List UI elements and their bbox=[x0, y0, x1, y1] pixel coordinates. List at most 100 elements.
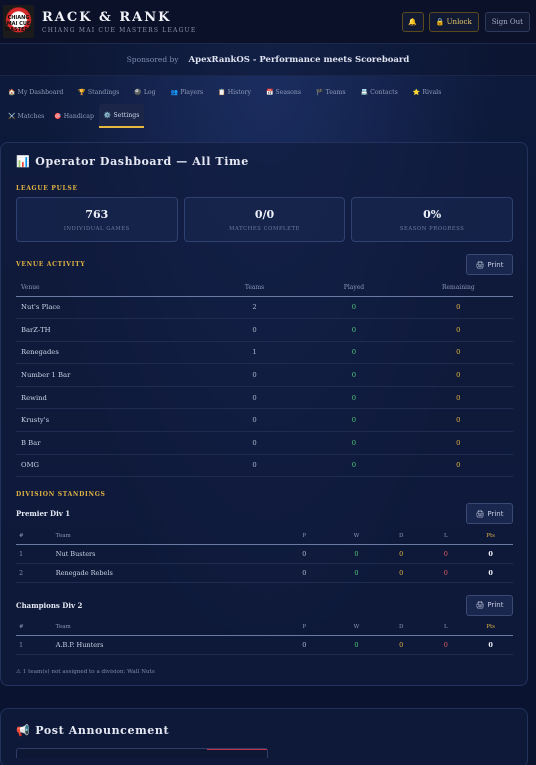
sign-out-button[interactable]: Sign Out bbox=[484, 11, 530, 32]
venue-teams-cell: 2 bbox=[204, 296, 305, 320]
notifications-button[interactable]: 🔔 bbox=[401, 11, 424, 32]
venue-teams-cell: 0 bbox=[204, 363, 305, 387]
header: CHIANG MAI CUE MASTERS RACK & RANK CHIAN… bbox=[0, 0, 536, 44]
tab-settings[interactable]: ⚙️ Settings bbox=[98, 104, 145, 128]
seasons-icon: 📅 bbox=[265, 88, 274, 96]
venue-remaining-cell: 0 bbox=[403, 296, 513, 320]
tab-rivals[interactable]: ⭐ Rivals bbox=[408, 80, 446, 104]
venue-name-cell: Nut's Place bbox=[16, 296, 205, 320]
venue-teams-cell: 0 bbox=[204, 431, 305, 455]
tab-contacts[interactable]: 📇 Contacts bbox=[356, 80, 403, 104]
nav-row-2: ⚔️ Matches 🎯 Handicap ⚙️ Settings bbox=[3, 104, 533, 128]
stat-value: 0/0 bbox=[254, 207, 275, 221]
venue-played-cell: 0 bbox=[304, 318, 404, 342]
standing-pos-cell: 2 bbox=[16, 563, 56, 583]
operator-dashboard-panel: 📊 Operator Dashboard — All Time LEAGUE P… bbox=[0, 142, 528, 687]
division-name: Premier Div 1 bbox=[16, 509, 71, 519]
tab-matches[interactable]: ⚔️ Matches bbox=[3, 104, 49, 128]
stat-value: 763 bbox=[85, 207, 109, 221]
standing-team-cell: Renegade Rebels bbox=[55, 563, 275, 583]
stat-card-matches-complete: 0/0 MATCHES COMPLETE bbox=[183, 197, 346, 242]
teams-icon: 🏴 bbox=[316, 88, 324, 96]
post-announcement-panel: 📢 Post Announcement bbox=[0, 708, 528, 765]
column-header-teams: Teams bbox=[204, 280, 305, 297]
dashboard-title: 📊 Operator Dashboard — All Time bbox=[16, 155, 513, 168]
venue-played-cell: 0 bbox=[304, 431, 404, 455]
standing-pts-cell: 0 bbox=[468, 544, 513, 564]
venue-name-cell: B Bar bbox=[16, 431, 205, 455]
my-dashboard-icon: 🏠 bbox=[8, 88, 16, 96]
tab-standings[interactable]: 🏆 Standings bbox=[73, 80, 124, 104]
main-nav: 🏠 My Dashboard 🏆 Standings 🎱 Log 👥 Players 📋 Hist… bbox=[0, 76, 536, 128]
print-division-button[interactable]: 🖨 Print bbox=[466, 503, 513, 525]
header-actions: 🔔 🔒 Unlock Sign Out bbox=[401, 11, 530, 32]
tab-label: Rivals bbox=[422, 88, 442, 96]
venue-teams-cell: 0 bbox=[204, 318, 305, 342]
tab-my-dashboard[interactable]: 🏠 My Dashboard bbox=[3, 80, 68, 104]
tab-players[interactable]: 👥 Players bbox=[166, 80, 209, 104]
column-header-team: Team bbox=[55, 527, 275, 545]
tab-handicap[interactable]: 🎯 Handicap bbox=[49, 104, 99, 128]
print-division-button[interactable]: 🖨 Print bbox=[466, 594, 513, 616]
column-header-w: W bbox=[334, 618, 379, 637]
rivals-icon: ⭐ bbox=[412, 88, 421, 96]
tab-log[interactable]: 🎱 Log bbox=[129, 80, 160, 104]
division-standings-label: DIVISION STANDINGS bbox=[16, 491, 106, 499]
contacts-icon: 📇 bbox=[360, 88, 369, 96]
table-row: 2 Renegade Rebels 0 0 0 0 0 bbox=[16, 563, 513, 583]
column-header-team: Team bbox=[55, 618, 275, 637]
printer-icon: 🖨 bbox=[475, 601, 485, 610]
standing-d-cell: 0 bbox=[378, 563, 424, 583]
print-label: Print bbox=[487, 260, 504, 269]
settings-icon: ⚙️ bbox=[103, 111, 112, 119]
venue-name-cell: Number 1 Bar bbox=[16, 363, 205, 387]
venue-teams-cell: 1 bbox=[204, 341, 305, 365]
standings-header-row: # Team P W D L Pts bbox=[16, 527, 513, 545]
players-icon: 👥 bbox=[170, 88, 179, 96]
tab-label: Standings bbox=[87, 88, 120, 96]
tab-label: My Dashboard bbox=[17, 88, 64, 96]
standings-table: # Team P W D L Pts 1 Nut Busters 0 0 0 0 0 2 Renegade R… bbox=[16, 527, 513, 583]
venue-played-cell: 0 bbox=[304, 341, 404, 365]
venue-remaining-cell: 0 bbox=[403, 341, 513, 365]
venue-played-cell: 0 bbox=[304, 454, 404, 478]
table-row: B Bar 0 0 0 bbox=[16, 431, 513, 455]
unlock-button[interactable]: 🔒 Unlock bbox=[428, 11, 479, 32]
app: CHIANG MAI CUE MASTERS RACK & RANK CHIAN… bbox=[0, 0, 536, 765]
league-logo: CHIANG MAI CUE MASTERS bbox=[3, 5, 34, 38]
bell-icon: 🔔 bbox=[408, 17, 418, 26]
venue-teams-cell: 0 bbox=[204, 408, 305, 433]
sponsor-name: ApexRankOS - Performance meets Scoreboar… bbox=[188, 54, 410, 65]
print-venue-button[interactable]: 🖨 Print bbox=[466, 254, 513, 275]
app-subtitle: CHIANG MAI CUE MASTERS LEAGUE bbox=[42, 26, 197, 34]
logo-text: CHIANG MAI CUE MASTERS bbox=[5, 15, 32, 33]
venue-header-row: Venue Teams Played Remaining bbox=[16, 280, 513, 297]
standing-pts-cell: 0 bbox=[468, 563, 513, 583]
table-row: Nut's Place 2 0 0 bbox=[16, 296, 513, 320]
column-header-venue: Venue bbox=[16, 280, 205, 297]
announcement-title: 📢 Post Announcement bbox=[16, 724, 513, 737]
column-header-d: D bbox=[378, 527, 424, 545]
venue-remaining-cell: 0 bbox=[403, 431, 513, 455]
stat-value: 0% bbox=[423, 207, 442, 221]
tab-history[interactable]: 📋 History bbox=[213, 80, 256, 104]
tab-teams[interactable]: 🏴 Teams bbox=[311, 80, 351, 104]
venue-remaining-cell: 0 bbox=[403, 318, 513, 342]
division-name: Champions Div 2 bbox=[16, 600, 83, 610]
handicap-icon: 🎯 bbox=[54, 112, 62, 120]
venue-name-cell: Renegades bbox=[16, 341, 205, 365]
tab-label: Teams bbox=[325, 88, 346, 96]
tab-label: History bbox=[227, 88, 251, 96]
standings-header-row: # Team P W D L Pts bbox=[16, 618, 513, 637]
announcement-title-text: Post Announcement bbox=[35, 724, 170, 738]
standing-p-cell: 0 bbox=[274, 544, 335, 564]
standing-w-cell: 0 bbox=[334, 635, 379, 656]
venue-name-cell: BarZ-TH bbox=[16, 318, 205, 342]
standing-team-cell: A.B.P. Hunters bbox=[55, 635, 275, 656]
sponsor-bar: Sponsored by ApexRankOS - Performance me… bbox=[0, 44, 536, 76]
history-icon: 📋 bbox=[218, 88, 226, 96]
announcement-input[interactable] bbox=[16, 748, 268, 759]
tab-label: Settings bbox=[113, 111, 140, 119]
column-header-rank: # bbox=[16, 618, 56, 637]
tab-seasons[interactable]: 📅 Seasons bbox=[261, 80, 306, 104]
